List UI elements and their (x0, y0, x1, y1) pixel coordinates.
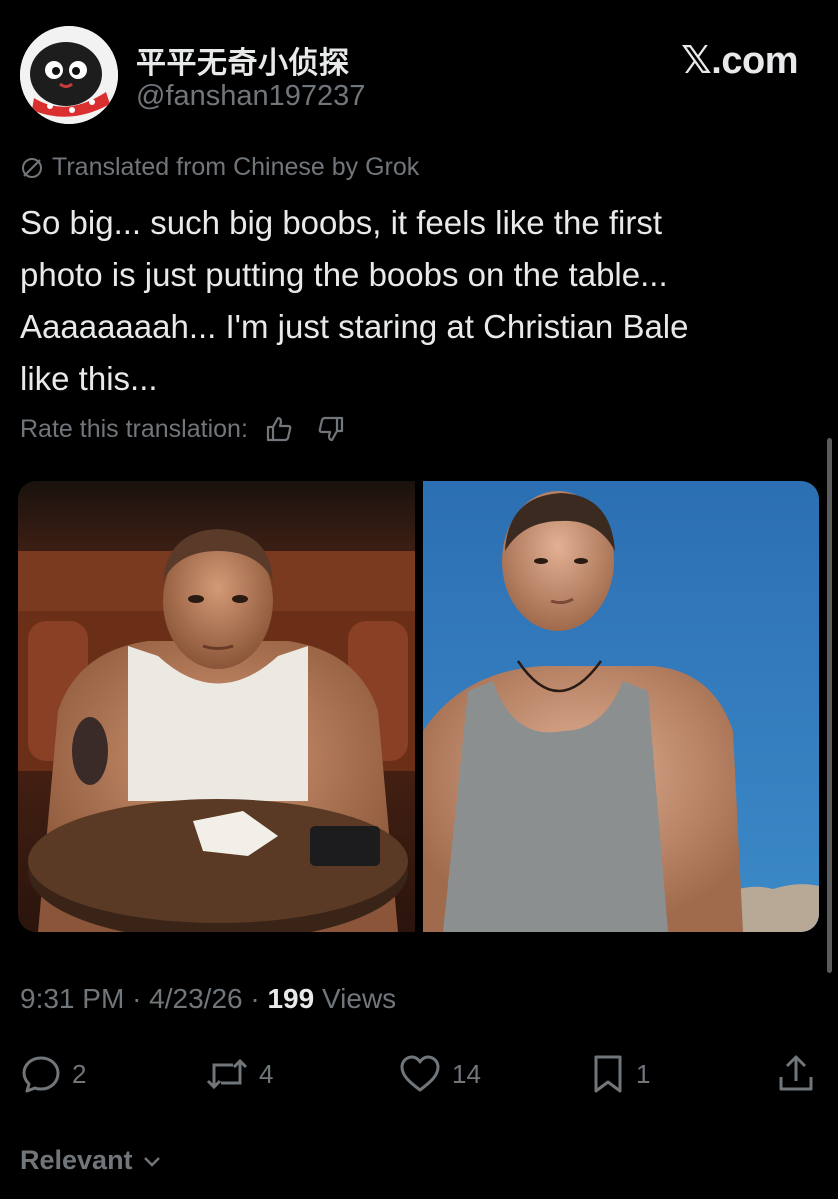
translation-notice-text: Translated from Chinese by Grok (52, 153, 420, 181)
display-name[interactable]: 平平无奇小侦探 (136, 38, 350, 82)
share-icon (779, 1055, 813, 1091)
tweet-date[interactable]: 4/23/26 (149, 983, 242, 1014)
translate-icon (22, 157, 42, 178)
views-count: 199 (267, 983, 315, 1014)
like-button[interactable]: 14 (398, 1052, 481, 1096)
repost-count: 4 (259, 1058, 274, 1089)
photo-desert-image (422, 481, 819, 932)
tweet-line: So big... such big boobs, it feels like … (20, 204, 663, 241)
rate-translation: Rate this translation: (20, 414, 346, 444)
tweet-line: Aaaaaaaah... I'm just staring at Christi… (20, 308, 689, 345)
reply-button[interactable]: 2 (20, 1052, 86, 1096)
tweet-meta: 9:31 PM · 4/23/26 · 199 Views (20, 983, 396, 1015)
thumbs-up-button[interactable] (264, 414, 294, 444)
tweet-line: photo is just putting the boobs on the t… (20, 256, 668, 293)
rate-translation-label: Rate this translation: (20, 414, 248, 443)
tweet-time[interactable]: 9:31 PM (20, 983, 124, 1014)
translation-notice: Translated from Chinese by Grok (20, 153, 419, 182)
tweet-header: 平平无奇小侦探 @fanshan197237 𝕏.com (20, 26, 820, 126)
brand-suffix: .com (711, 40, 798, 82)
chevron-down-icon (143, 1156, 160, 1167)
meta-separator: · (132, 983, 142, 1014)
tweet-text: So big... such big boobs, it feels like … (20, 197, 810, 405)
bookmark-icon (594, 1055, 622, 1093)
scrollbar[interactable] (827, 438, 832, 973)
reply-sort-label: Relevant (20, 1145, 133, 1175)
views-label: Views (321, 983, 397, 1014)
photo-diner-image (18, 481, 415, 932)
tweet-action-bar: 2 4 14 1 (20, 1052, 820, 1096)
user-handle[interactable]: @fanshan197237 (136, 80, 365, 113)
photo-right[interactable] (422, 481, 820, 932)
thumbs-up-icon (266, 416, 292, 442)
avatar[interactable] (20, 26, 118, 124)
tweet-line: like this... (20, 360, 158, 397)
bookmark-count: 1 (636, 1058, 651, 1089)
reply-icon (22, 1056, 60, 1093)
bookmark-button[interactable]: 1 (590, 1052, 650, 1096)
repost-icon (206, 1058, 248, 1090)
cartoon-avatar-icon (20, 26, 118, 124)
photo-left[interactable] (18, 481, 415, 932)
like-count: 14 (452, 1058, 481, 1089)
reply-count: 2 (72, 1058, 87, 1089)
reply-sort-dropdown[interactable]: Relevant (20, 1145, 163, 1176)
thumbs-down-button[interactable] (316, 414, 346, 444)
x-brand-watermark: 𝕏.com (681, 38, 798, 83)
x-logo: 𝕏 (681, 38, 712, 82)
tweet-media (18, 481, 819, 932)
meta-separator: · (250, 983, 260, 1014)
repost-button[interactable]: 4 (205, 1052, 273, 1096)
thumbs-down-icon (318, 416, 344, 442)
share-button[interactable] (776, 1052, 816, 1096)
heart-icon (400, 1055, 440, 1092)
